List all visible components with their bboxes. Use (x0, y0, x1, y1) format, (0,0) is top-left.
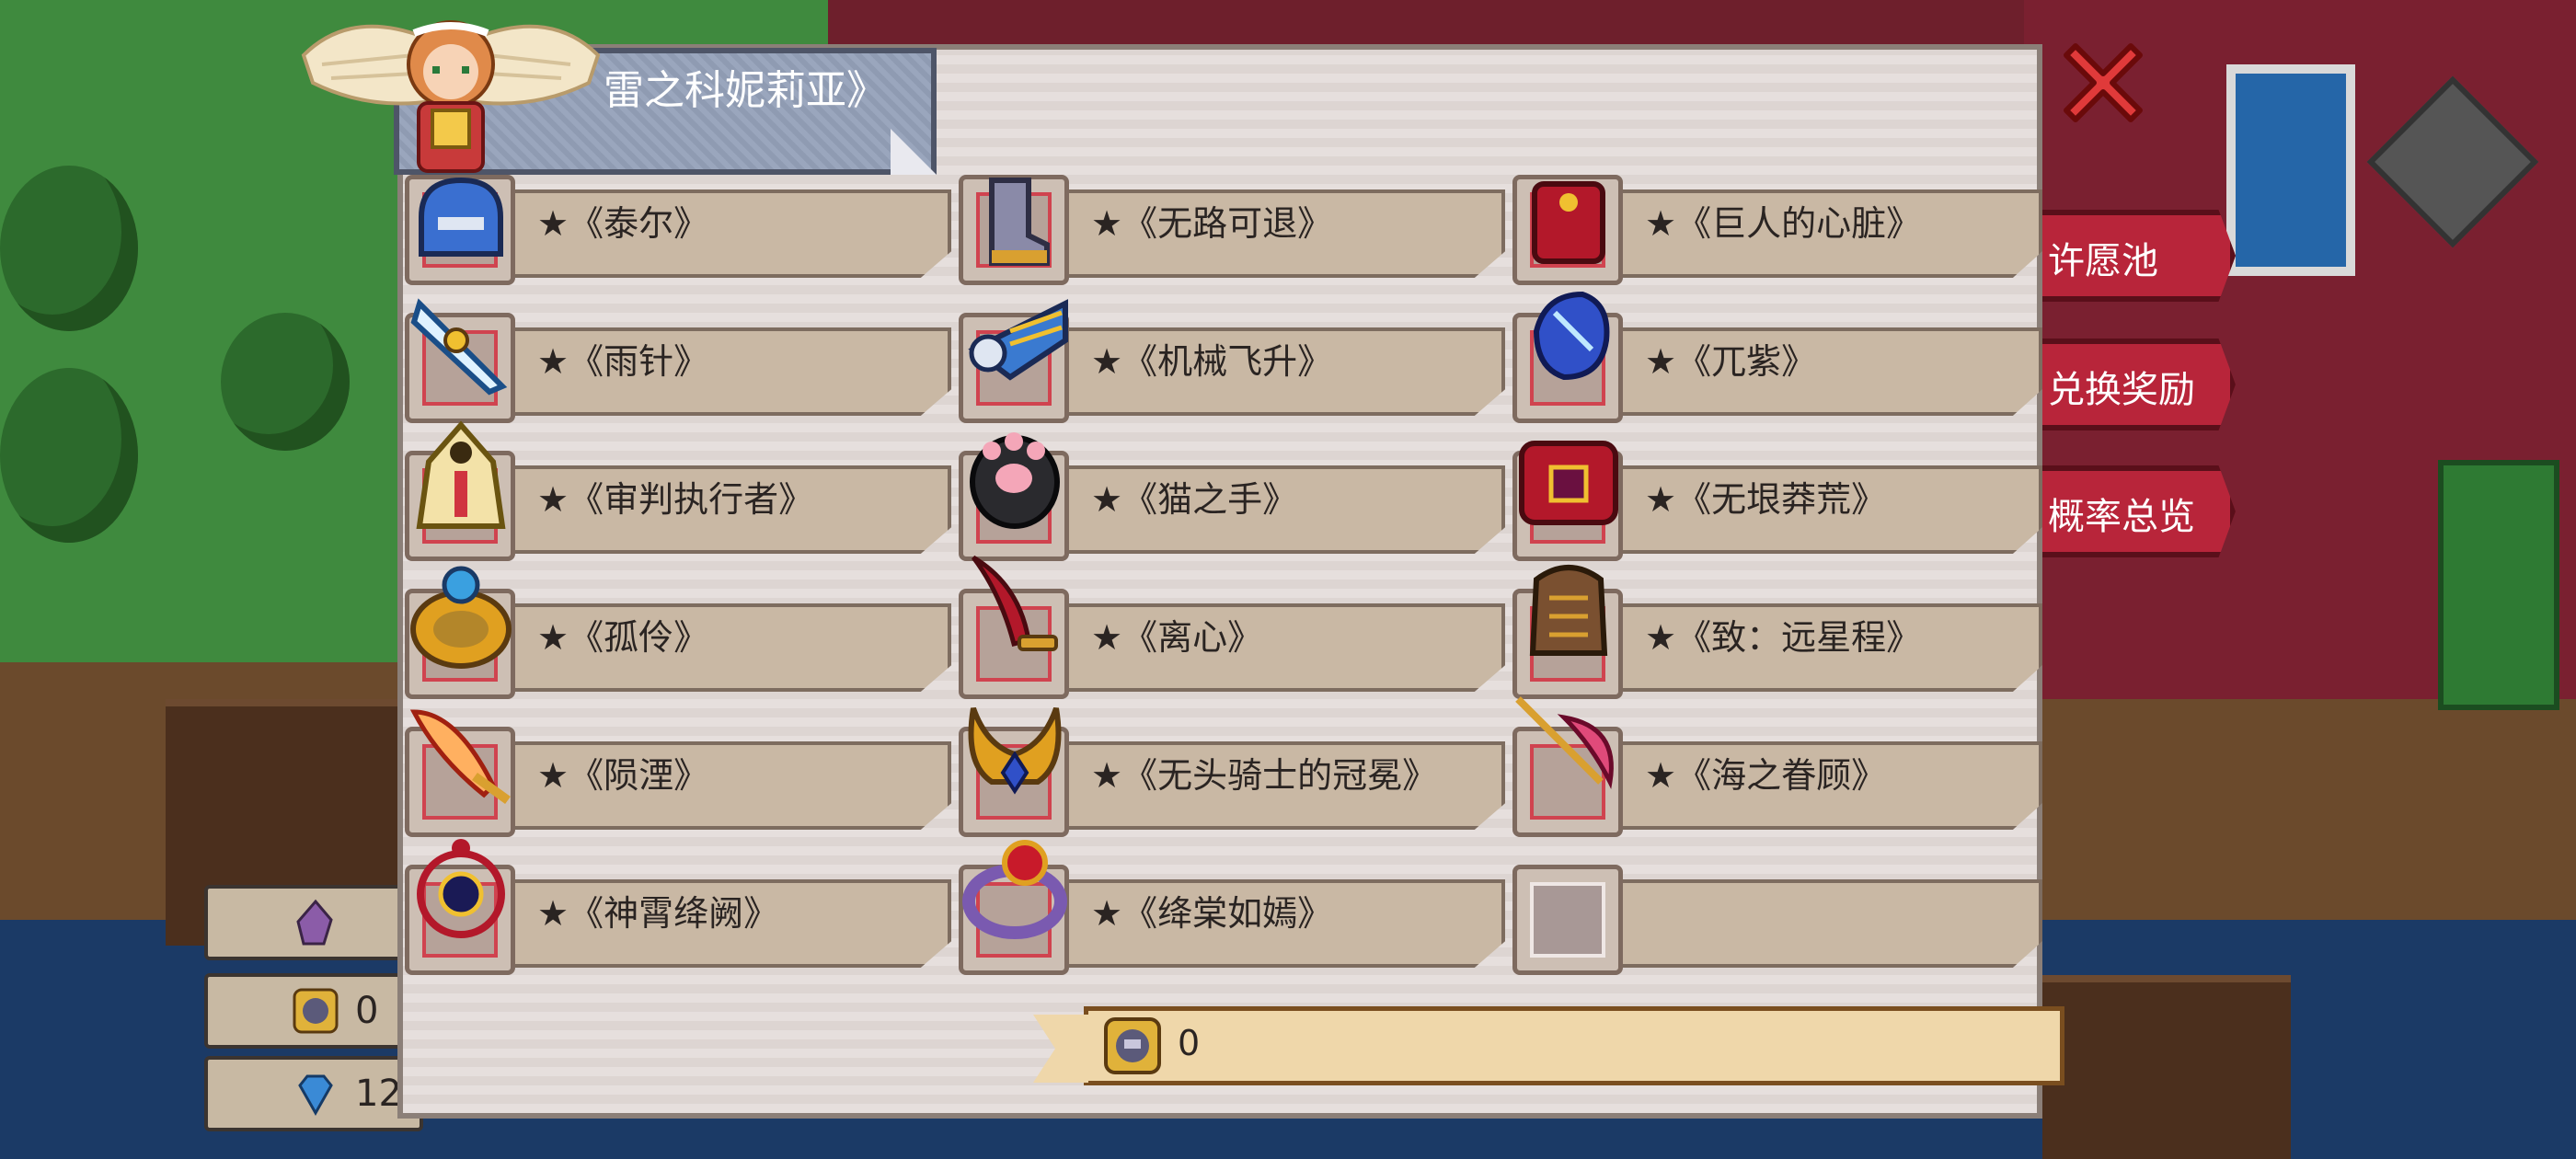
purple-crystal-icon (296, 899, 333, 946)
item-label: ★《审判执行者》 (537, 479, 814, 520)
helmet-icon (419, 177, 503, 257)
item-label: ★《陨湮》 (537, 755, 709, 796)
red-roof (828, 0, 2024, 46)
hud-token-slot[interactable]: 0 (204, 973, 423, 1049)
exchange-rewards-label: 兑换奖励 (2048, 369, 2195, 411)
item-label: ★《猫之手》 (1091, 479, 1298, 520)
hud-gem-slot[interactable]: 12 (204, 1056, 423, 1131)
item-label: ★《兀紫》 (1645, 341, 1817, 382)
empty-slot-icon (1512, 865, 1623, 975)
item-label: ★《神霄绛阙》 (537, 893, 779, 934)
currency-bar (1033, 1006, 2064, 1085)
tree (0, 166, 138, 331)
boots-icon (989, 178, 1050, 266)
exchange-rewards-button[interactable]: 兑换奖励 (2024, 339, 2236, 430)
tree (221, 313, 350, 451)
currency-value: 0 (1178, 1023, 1201, 1063)
pool (2226, 64, 2355, 276)
hud-token-value: 0 (355, 990, 379, 1032)
wish-pool-button[interactable]: 许愿池 (2024, 210, 2236, 302)
mech-wing-icon (968, 299, 1068, 381)
ice-blade-icon (410, 298, 508, 396)
item-label: ★《孤伶》 (537, 617, 709, 658)
item-label: ★《致：远星程》 (1645, 617, 1922, 658)
gold-ring-icon (410, 566, 512, 669)
ruby-ring-icon (962, 840, 1067, 939)
item-label: ★《泰尔》 (537, 203, 709, 244)
close-x-icon[interactable] (2053, 33, 2153, 132)
dark-orb-amulet-icon (417, 839, 505, 938)
angel-avatar-icon (301, 20, 601, 173)
probability-overview-button[interactable]: 概率总览 (2024, 465, 2236, 557)
horned-crown-icon (968, 706, 1062, 795)
item-label: ★《无头骑士的冠冕》 (1091, 755, 1438, 796)
token-coin-icon (293, 988, 339, 1034)
blue-diamond-icon (298, 1074, 333, 1117)
hud-crystal-slot[interactable] (204, 885, 423, 960)
item-label: ★《绛棠如嫣》 (1091, 893, 1333, 934)
probability-overview-label: 概率总览 (2048, 496, 2195, 538)
item-label: ★《机械飞升》 (1091, 341, 1333, 382)
cat-paw-icon (970, 432, 1060, 529)
flame-sword-icon (409, 709, 511, 805)
item-label: ★《雨针》 (537, 341, 709, 382)
item-label: ★《无垠莽荒》 (1645, 479, 1887, 520)
item-label: ★《海之眷顾》 (1645, 755, 1887, 796)
item-label: ★《离心》 (1091, 617, 1263, 658)
item-label: ★《巨人的心脏》 (1645, 203, 1922, 244)
pink-spear-icon (1515, 696, 1614, 789)
brown-gauntlet-icon (1529, 565, 1608, 656)
tree (0, 368, 138, 543)
blue-gauntlet-icon (1533, 291, 1610, 381)
red-armor-icon (1532, 181, 1605, 264)
hooded-robe-icon (416, 420, 506, 529)
hedge (2438, 460, 2559, 710)
item-row-card (1549, 879, 2042, 968)
wish-pool-label: 许愿池 (2048, 240, 2158, 282)
token-coin-icon (1104, 1017, 1161, 1074)
red-dagger-icon (971, 555, 1058, 651)
wooden-dock (2042, 975, 2291, 1159)
hud-gem-value: 12 (355, 1073, 402, 1115)
red-belt-icon (1519, 441, 1618, 525)
panel-title: 雷之科妮莉亚》 (604, 67, 887, 114)
title-tag-fold (891, 129, 937, 175)
item-label: ★《无路可退》 (1091, 203, 1333, 244)
